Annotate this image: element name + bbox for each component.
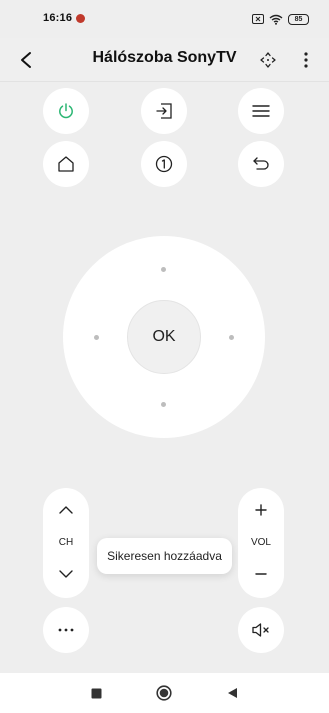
return-button[interactable] [238, 141, 284, 187]
ok-button[interactable]: OK [127, 300, 201, 374]
input-button[interactable] [141, 88, 187, 134]
sim-icon [252, 14, 264, 24]
number-icon [155, 155, 173, 173]
wifi-icon [269, 14, 283, 25]
menu-icon [252, 105, 270, 117]
nav-home-button[interactable] [150, 679, 178, 707]
minus-icon [255, 573, 267, 575]
status-time: 16:16 [43, 12, 73, 24]
toast-message: Sikeresen hozzáadva [97, 538, 232, 574]
channel-control: CH [43, 488, 89, 598]
mute-icon [252, 623, 269, 637]
more-horizontal-icon [58, 628, 74, 632]
mute-button[interactable] [238, 607, 284, 653]
volume-up-button[interactable] [238, 494, 284, 526]
more-options-button[interactable] [292, 42, 320, 78]
dpad-up[interactable] [161, 267, 166, 272]
nav-back-button[interactable] [218, 679, 246, 707]
channel-down-button[interactable] [43, 558, 89, 590]
channel-label: CH [58, 537, 74, 548]
app-header: Hálószoba SonyTV [0, 38, 329, 82]
battery-indicator: 85 [288, 13, 309, 25]
home-icon [58, 156, 74, 172]
triangle-back-icon [227, 688, 237, 698]
channel-up-button[interactable] [43, 494, 89, 526]
dpad-left[interactable] [94, 335, 99, 340]
power-icon [59, 103, 73, 119]
chevron-up-icon [59, 506, 73, 514]
home-button[interactable] [43, 141, 89, 187]
move-button[interactable] [254, 42, 282, 78]
square-icon [91, 688, 101, 698]
plus-icon [255, 504, 267, 516]
status-icons: 85 [252, 12, 309, 26]
circle-icon [156, 685, 172, 701]
return-icon [253, 157, 269, 170]
dpad-right[interactable] [229, 335, 234, 340]
nav-recents-button[interactable] [82, 679, 110, 707]
volume-control: VOL [238, 488, 284, 598]
notification-icon [76, 14, 85, 23]
menu-button[interactable] [238, 88, 284, 134]
volume-label: VOL [250, 537, 271, 548]
system-nav-bar [0, 673, 329, 713]
chevron-down-icon [59, 570, 73, 578]
more-vertical-icon [304, 52, 308, 68]
volume-down-button[interactable] [238, 558, 284, 590]
status-bar: 16:16 85 [0, 0, 329, 38]
dpad-down[interactable] [161, 402, 166, 407]
power-button[interactable] [43, 88, 89, 134]
number-button[interactable] [141, 141, 187, 187]
more-keys-button[interactable] [43, 607, 89, 653]
move-arrows-icon [260, 52, 276, 68]
input-icon [156, 103, 172, 119]
